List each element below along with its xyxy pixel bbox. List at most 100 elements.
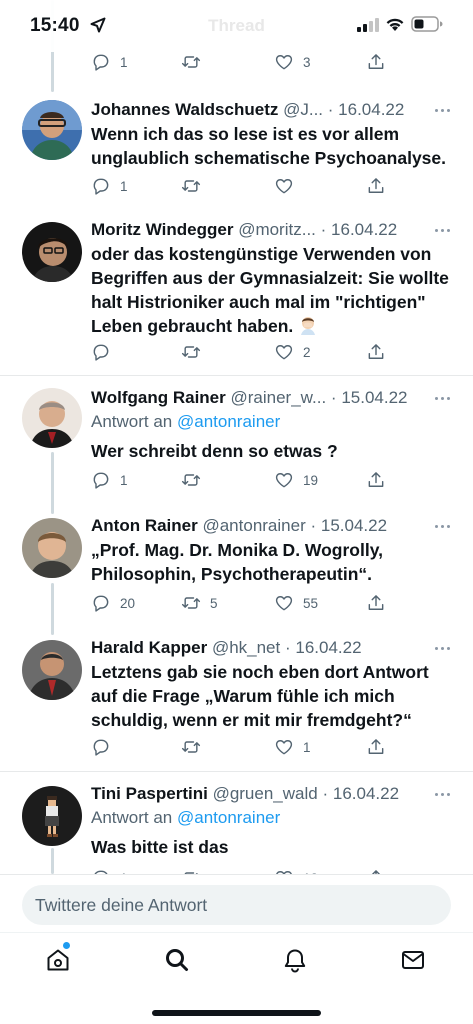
reply-button[interactable]: 1: [91, 173, 128, 199]
tweet[interactable]: Harald Kapper @hk_net · 16.04.22 Letzten…: [0, 636, 473, 772]
tab-messages[interactable]: [398, 945, 428, 975]
tweet[interactable]: Johannes Waldschuetz @J... · 16.04.22 We…: [0, 96, 473, 201]
like-count: 19: [303, 472, 319, 488]
author-handle[interactable]: @rainer_w...: [230, 388, 326, 407]
tweet-header: Anton Rainer @antonrainer · 15.04.22: [91, 514, 451, 538]
author-name[interactable]: Anton Rainer: [91, 516, 198, 535]
retweet-icon: [181, 346, 201, 358]
more-options-button[interactable]: [433, 636, 451, 660]
author-handle[interactable]: @moritz...: [238, 220, 316, 239]
author-handle[interactable]: @antonrainer: [202, 516, 305, 535]
tweet-actions: 1 12: [91, 865, 391, 874]
like-button[interactable]: 55: [274, 590, 318, 616]
reply-icon: [93, 344, 109, 361]
retweet-icon: [181, 180, 201, 192]
tab-bar: [0, 932, 473, 1024]
like-button[interactable]: 19: [274, 467, 318, 493]
avatar[interactable]: [22, 100, 82, 160]
tweet-actions: 1: [91, 734, 391, 760]
share-button[interactable]: [366, 590, 386, 616]
tweet-actions: 1 19: [91, 467, 391, 493]
retweet-button[interactable]: [181, 865, 210, 874]
tab-notifications[interactable]: [280, 945, 310, 975]
reply-button[interactable]: 1: [91, 865, 128, 874]
tweet-text: oder das kostengünstige Verwenden von Be…: [91, 242, 455, 338]
separator-dot: ·: [320, 220, 327, 239]
share-icon: [368, 472, 384, 487]
reply-icon: [93, 595, 109, 612]
retweet-button[interactable]: [181, 173, 210, 199]
reply-icon: [93, 739, 109, 756]
retweet-button[interactable]: [181, 49, 210, 75]
tweet-header: Moritz Windegger @moritz... · 16.04.22: [91, 218, 451, 242]
tweet-date: 15.04.22: [341, 388, 408, 407]
retweet-icon: [181, 56, 201, 68]
tweet-date: 16.04.22: [332, 784, 400, 803]
like-count: 55: [303, 595, 319, 611]
author-name[interactable]: Tini Paspertini: [91, 784, 208, 803]
person-facepalming-emoji-icon: [298, 315, 318, 335]
tweet-text: „Prof. Mag. Dr. Monika D. Wogrolly, Phil…: [91, 540, 384, 584]
tweet[interactable]: Tini Paspertini @gruen_wald · 16.04.22 A…: [0, 782, 473, 874]
reply-button[interactable]: 1: [91, 467, 128, 493]
reply-button[interactable]: [91, 734, 120, 760]
avatar[interactable]: [22, 786, 82, 846]
author-handle[interactable]: @J...: [283, 100, 323, 119]
share-button[interactable]: [366, 865, 386, 874]
reply-button[interactable]: 1: [91, 49, 128, 75]
retweet-button[interactable]: [181, 467, 210, 493]
retweet-button[interactable]: 5: [181, 590, 218, 616]
thread-feed[interactable]: 1 3 Johannes Waldschuetz @J... · 16.04.2…: [0, 0, 473, 874]
like-button[interactable]: 12: [274, 865, 318, 874]
author-name[interactable]: Harald Kapper: [91, 638, 207, 657]
author-handle[interactable]: @hk_net: [212, 638, 280, 657]
home-icon: [47, 949, 69, 971]
separator-dot: ·: [310, 516, 317, 535]
tweet[interactable]: Moritz Windegger @moritz... · 16.04.22 o…: [0, 218, 473, 376]
like-button[interactable]: 1: [274, 734, 311, 760]
replying-to-mention[interactable]: @antonrainer: [177, 412, 280, 431]
reply-button[interactable]: [91, 339, 120, 365]
replying-to: Antwort an @antonrainer: [91, 806, 280, 830]
author-name[interactable]: Wolfgang Rainer: [91, 388, 226, 407]
share-button[interactable]: [366, 49, 386, 75]
retweet-icon: [181, 741, 201, 753]
tweet[interactable]: Wolfgang Rainer @rainer_w... · 15.04.22 …: [0, 386, 473, 496]
more-options-button[interactable]: [433, 386, 451, 410]
author-handle[interactable]: @gruen_wald: [213, 784, 318, 803]
retweet-icon: [181, 597, 201, 609]
more-options-button[interactable]: [433, 782, 451, 806]
avatar[interactable]: [22, 640, 82, 700]
replying-to-label: Antwort an: [91, 412, 173, 431]
tab-search[interactable]: [162, 945, 192, 975]
more-options-button[interactable]: [433, 218, 451, 242]
reply-button[interactable]: 20: [91, 590, 135, 616]
author-name[interactable]: Moritz Windegger: [91, 220, 233, 239]
retweet-button[interactable]: [181, 339, 210, 365]
retweet-button[interactable]: [181, 734, 210, 760]
like-button[interactable]: [274, 173, 303, 199]
share-button[interactable]: [366, 173, 386, 199]
avatar[interactable]: [22, 388, 82, 448]
avatar[interactable]: [22, 222, 82, 282]
like-button[interactable]: 3: [274, 49, 311, 75]
home-indicator: [152, 1010, 321, 1016]
share-button[interactable]: [366, 734, 386, 760]
replying-to-label: Antwort an: [91, 808, 173, 827]
like-button[interactable]: 2: [274, 339, 311, 365]
tweet-text: Was bitte ist das: [91, 837, 229, 857]
more-options-button[interactable]: [433, 514, 451, 538]
more-options-button[interactable]: [433, 98, 451, 122]
author-name[interactable]: Johannes Waldschuetz: [91, 100, 278, 119]
new-content-badge: [62, 941, 71, 950]
separator-dot: ·: [330, 388, 337, 407]
share-button[interactable]: [366, 467, 386, 493]
share-button[interactable]: [366, 339, 386, 365]
reply-input[interactable]: [22, 885, 451, 925]
like-count: 2: [303, 344, 311, 360]
share-icon: [368, 344, 384, 359]
tweet[interactable]: Anton Rainer @antonrainer · 15.04.22 „Pr…: [0, 514, 473, 622]
avatar[interactable]: [22, 518, 82, 578]
reply-count: 1: [120, 472, 128, 488]
replying-to-mention[interactable]: @antonrainer: [177, 808, 280, 827]
